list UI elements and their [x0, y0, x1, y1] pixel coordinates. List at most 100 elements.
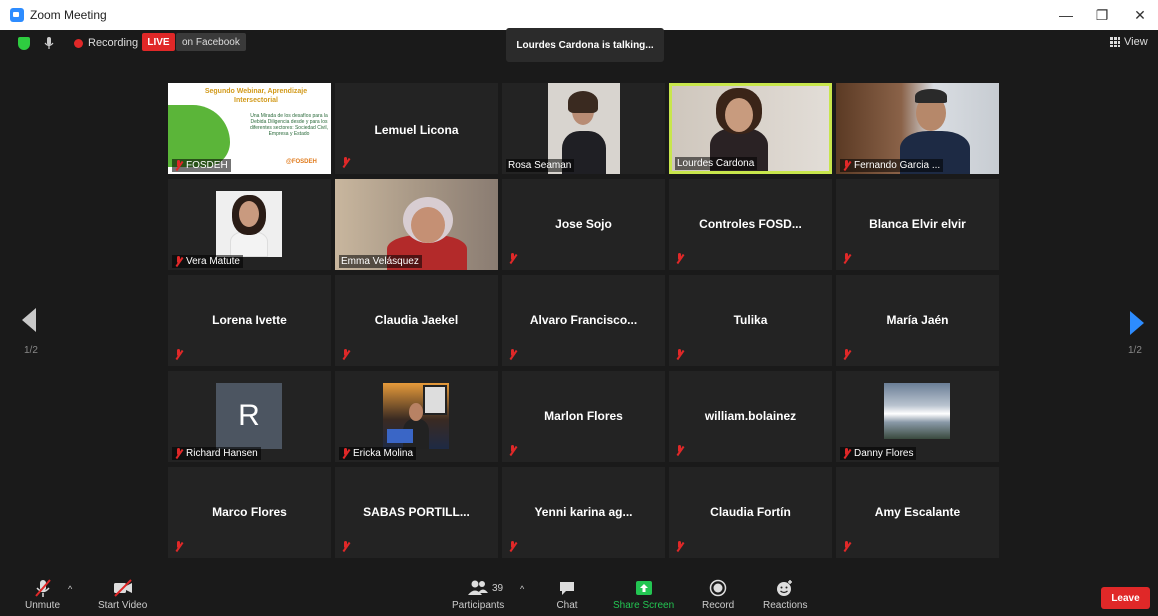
participant-tile[interactable]: Ericka Molina [335, 371, 498, 462]
chat-icon [556, 578, 578, 598]
muted-mic-icon [341, 541, 350, 552]
start-video-button[interactable]: Start Video [98, 578, 147, 611]
meeting-toolbar: Unmute ^ Start Video Participants [0, 578, 1158, 616]
participant-tile[interactable]: Emma Velásquez [335, 179, 498, 270]
participants-options-caret-icon[interactable]: ^ [520, 584, 524, 594]
participant-tile[interactable]: Lemuel Licona [335, 83, 498, 174]
participant-tile[interactable]: María Jaén [836, 275, 999, 366]
participant-name-label: Rosa Seaman [506, 159, 575, 172]
share-screen-icon [633, 578, 655, 598]
participant-name: Tulika [733, 313, 768, 327]
muted-mic-icon [842, 349, 851, 360]
live-badge[interactable]: LIVE [142, 33, 175, 51]
slide-title: Segundo Webinar, Aprendizaje Intersector… [204, 88, 308, 104]
muted-mic-icon [341, 157, 350, 168]
muted-mic-icon [174, 448, 183, 459]
participant-name: Marlon Flores [544, 409, 623, 423]
participant-tile[interactable]: Marco Flores [168, 467, 331, 558]
participant-tile[interactable]: Yenni karina ag... [502, 467, 665, 558]
participant-name-label: Emma Velásquez [339, 255, 422, 268]
participant-name: Alvaro Francisco... [529, 313, 638, 327]
participant-name: SABAS PORTILL... [363, 505, 470, 519]
participant-tile[interactable]: Danny Flores [836, 371, 999, 462]
muted-mic-icon [675, 445, 684, 456]
muted-mic-icon [508, 349, 517, 360]
participant-name: william.bolainez [704, 409, 797, 423]
page-indicator-left: 1/2 [24, 345, 38, 356]
muted-mic-icon [341, 349, 350, 360]
unmute-label: Unmute [25, 600, 61, 611]
participant-tile[interactable]: Vera Matute [168, 179, 331, 270]
participant-tile[interactable]: Tulika [669, 275, 832, 366]
muted-mic-icon [842, 253, 851, 264]
gallery-grid-icon [1110, 37, 1120, 47]
window-titlebar: Zoom Meeting — ❐ ✕ [0, 0, 1158, 30]
active-speaker-banner: Lourdes Cardona is talking... [506, 28, 664, 62]
share-screen-label: Share Screen [613, 600, 675, 611]
encryption-shield-icon[interactable] [18, 37, 30, 50]
slide-graphic [168, 105, 230, 167]
video-off-icon [112, 578, 134, 598]
participant-name: Lorena Ivette [212, 313, 287, 327]
previous-page-arrow-icon[interactable] [22, 308, 36, 332]
muted-mic-icon [675, 349, 684, 360]
participant-tile[interactable]: SABAS PORTILL... [335, 467, 498, 558]
participant-tile[interactable]: Fernando Garcia ... [836, 83, 999, 174]
participant-name: Marco Flores [212, 505, 287, 519]
unmute-button[interactable]: Unmute [25, 578, 60, 611]
record-button[interactable]: Record [702, 578, 734, 611]
muted-mic-icon [174, 541, 183, 552]
next-page-arrow-icon[interactable] [1130, 311, 1144, 335]
window-title: Zoom Meeting [30, 8, 107, 22]
emoji-reaction-icon [774, 578, 796, 598]
recording-label[interactable]: Recording [88, 37, 138, 49]
participant-name-label: Lourdes Cardona [675, 157, 758, 170]
start-video-label: Start Video [98, 600, 148, 611]
muted-mic-icon [842, 448, 851, 459]
participant-tile-active-speaker[interactable]: Lourdes Cardona [669, 83, 832, 174]
muted-mic-icon [675, 541, 684, 552]
participant-tile[interactable]: william.bolainez [669, 371, 832, 462]
leave-button[interactable]: Leave [1101, 587, 1150, 609]
participant-tile[interactable]: Blanca Elvir elvir [836, 179, 999, 270]
avatar: R [216, 383, 282, 449]
slide-body: Una Mirada de los desafíos para la Debid… [249, 113, 329, 137]
participant-tile[interactable]: Rosa Seaman [502, 83, 665, 174]
muted-mic-icon [842, 541, 851, 552]
participant-tile[interactable]: Jose Sojo [502, 179, 665, 270]
muted-mic-icon [842, 160, 851, 171]
participant-name-label: Ericka Molina [339, 447, 417, 460]
participant-name-label: FOSDEH [172, 159, 231, 172]
participant-tile[interactable]: Claudia Jaekel [335, 275, 498, 366]
participant-name: Claudia Jaekel [374, 313, 459, 327]
close-button[interactable]: ✕ [1122, 0, 1158, 30]
participant-name: Controles FOSD... [699, 217, 802, 231]
muted-mic-icon [174, 256, 183, 267]
participant-tile[interactable]: Marlon Flores [502, 371, 665, 462]
muted-mic-icon [508, 445, 517, 456]
share-screen-button[interactable]: Share Screen [613, 578, 674, 611]
participant-tile[interactable]: Controles FOSD... [669, 179, 832, 270]
participant-photo [383, 383, 449, 449]
participant-tile[interactable]: R Richard Hansen [168, 371, 331, 462]
participant-name: Yenni karina ag... [534, 505, 633, 519]
participants-label: Participants [452, 600, 505, 611]
participant-tile[interactable]: Amy Escalante [836, 467, 999, 558]
participant-tile[interactable]: Alvaro Francisco... [502, 275, 665, 366]
participant-tile[interactable]: Claudia Fortín [669, 467, 832, 558]
muted-mic-icon [508, 541, 517, 552]
reactions-button[interactable]: Reactions [763, 578, 807, 611]
audio-options-caret-icon[interactable]: ^ [68, 584, 72, 594]
participant-photo [216, 191, 282, 257]
participant-name-label: Richard Hansen [172, 447, 261, 460]
participant-tile[interactable]: Segundo Webinar, Aprendizaje Intersector… [168, 83, 331, 174]
view-button[interactable]: View [1110, 36, 1148, 48]
minimize-button[interactable]: — [1048, 0, 1084, 30]
page-indicator-right: 1/2 [1128, 345, 1142, 356]
muted-mic-icon [174, 160, 183, 171]
restore-button[interactable]: ❐ [1084, 0, 1120, 30]
reactions-label: Reactions [763, 600, 808, 611]
participant-tile[interactable]: Lorena Ivette [168, 275, 331, 366]
live-destination-label[interactable]: on Facebook [176, 33, 246, 51]
chat-button[interactable]: Chat [556, 578, 578, 611]
